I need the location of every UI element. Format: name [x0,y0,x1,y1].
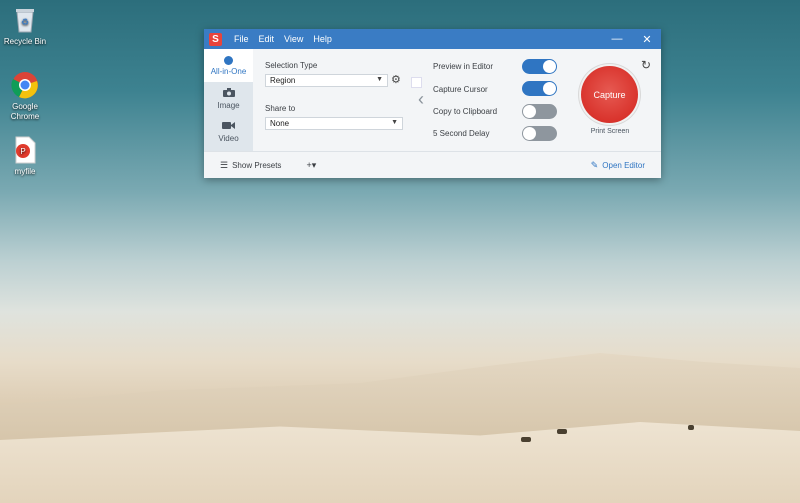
tab-label: Image [217,100,240,110]
chevron-down-icon: ▼ [376,76,383,83]
toggle-preview-in-editor[interactable] [522,59,557,74]
desktop-icon-google-chrome[interactable]: Google Chrome [0,70,50,122]
desktop-icon-label: myfile [14,167,36,176]
desktop-icon-myfile[interactable]: P myfile [0,135,50,177]
capture-button[interactable]: Capture [581,66,638,123]
option-preview-label: Preview in Editor [433,62,494,71]
option-cursor-label: Capture Cursor [433,85,488,94]
toggle-knob [523,127,536,140]
tab-video[interactable]: Video [204,115,253,148]
selection-type-label: Selection Type [265,61,318,70]
toggle-copy-to-clipboard[interactable] [522,104,557,119]
desktop-icon-label: Recycle Bin [3,37,47,46]
color-swatch[interactable] [411,77,422,88]
pdf-file-icon: P [10,135,40,165]
selection-type-value: Region [270,76,296,85]
capture-shortcut: Print Screen [590,128,630,135]
selection-type-dropdown[interactable]: Region ▼ [265,74,388,87]
show-presets-button[interactable]: Show Presets [232,161,281,170]
capture-window: S File Edit View Help — ✕ All-in-One Ima… [204,29,661,178]
tab-image[interactable]: Image [204,82,253,115]
toggle-5-second-delay[interactable] [522,126,557,141]
open-editor-button[interactable]: Open Editor [602,161,645,170]
distant-vehicle [688,425,694,430]
menu-edit[interactable]: Edit [259,34,275,44]
reset-icon[interactable]: ↻ [641,58,651,72]
circle-dot-icon [224,55,233,65]
tab-all-in-one[interactable]: All-in-One [204,49,253,82]
gear-icon[interactable]: ⚙ [391,74,402,87]
add-preset-button[interactable]: +▾ [306,160,316,171]
mode-tabs: All-in-One Image Video [204,49,253,151]
option-clipboard-label: Copy to Clipboard [433,107,498,116]
close-button[interactable]: ✕ [636,29,658,49]
desktop-icon-label: Google Chrome [10,102,40,121]
share-to-value: None [270,119,290,128]
tab-label: All-in-One [210,66,247,76]
toggle-knob [543,82,556,95]
share-to-dropdown[interactable]: None ▼ [265,117,403,130]
distant-vehicle [521,437,531,442]
desktop-icon-recycle-bin[interactable]: ♻ Recycle Bin [0,5,50,47]
tab-label: Video [218,133,239,143]
edit-icon: ✎ [590,160,599,170]
minimize-button[interactable]: — [606,29,628,49]
camera-icon [222,87,235,99]
toggle-knob [523,105,536,118]
toggle-capture-cursor[interactable] [522,81,557,96]
menu-help[interactable]: Help [313,34,332,44]
option-delay-label: 5 Second Delay [433,129,490,138]
list-icon: ☰ [220,160,229,170]
app-logo-icon: S [209,32,222,46]
chevron-left-icon[interactable]: ‹ [418,89,424,109]
title-bar: S File Edit View Help — ✕ [204,29,661,49]
distant-vehicle [557,429,567,434]
chevron-down-icon: ▼ [391,119,398,126]
recycle-bin-icon: ♻ [10,5,40,35]
video-camera-icon [222,121,235,132]
chrome-icon [10,70,40,100]
toggle-knob [543,60,556,73]
svg-text:P: P [20,147,25,156]
svg-text:♻: ♻ [21,17,29,27]
menu-view[interactable]: View [284,34,303,44]
menu-file[interactable]: File [234,34,249,44]
share-to-label: Share to [265,104,296,113]
footer-bar: ☰ Show Presets +▾ ✎ Open Editor [204,151,661,179]
